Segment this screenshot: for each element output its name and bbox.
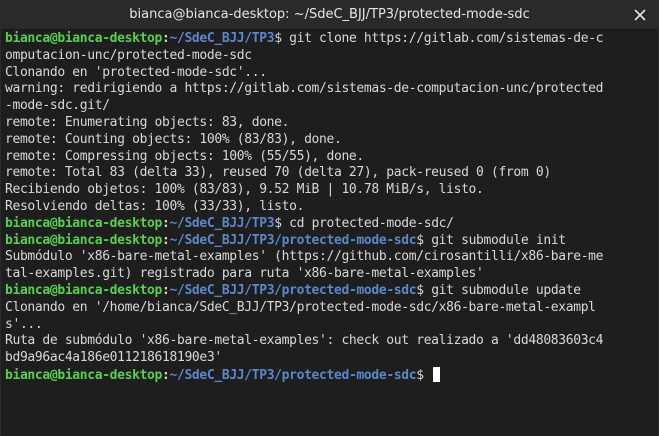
output-line: s'... [5,317,654,334]
output-text: Clonando en 'protected-mode-sdc'... [5,64,267,80]
prompt-path: ~/SdeC_BJJ/TP3 [169,31,275,46]
prompt-user: bianca@bianca-desktop [5,282,163,298]
output-line: remote: Total 83 (delta 33), reused 70 (… [5,165,654,182]
prompt-path: ~/SdeC_BJJ/TP3/protected-mode-sdc [169,232,417,248]
terminal-output[interactable]: bianca@bianca-desktop:~/SdeC_BJJ/TP3$ gi… [5,31,654,436]
close-icon [634,9,646,21]
output-text: Recibiendo objetos: 100% (83/83), 9.52 M… [5,182,484,198]
prompt-path: ~/SdeC_BJJ/TP3 [169,215,275,231]
output-line: warning: redirigiendo a https://gitlab.c… [5,81,654,98]
output-text: Clonando en '/home/bianca/SdeC_BJJ/TP3/p… [5,299,596,315]
output-line: Clonando en 'protected-mode-sdc'... [5,65,654,82]
prompt-separator: : [162,31,170,46]
output-text: remote: Counting objects: 100% (83/83), … [5,131,342,147]
prompt-user: bianca@bianca-desktop [5,232,163,248]
command-text: $ [416,367,432,383]
prompt-line: bianca@bianca-desktop:~/SdeC_BJJ/TP3$ gi… [5,31,654,48]
window-title: bianca@bianca-desktop: ~/SdeC_BJJ/TP3/pr… [129,7,530,22]
prompt-separator: : [162,232,170,248]
output-text: Submódulo 'x86-bare-metal-examples' (htt… [5,249,604,265]
output-text: remote: Total 83 (delta 33), reused 70 (… [5,165,551,181]
prompt-user: bianca@bianca-desktop [5,215,163,231]
output-text: s'... [5,316,43,332]
close-button[interactable] [632,7,648,23]
command-text: $ git submodule init [416,232,566,248]
output-line: Ruta de submódulo 'x86-bare-metal-exampl… [5,333,654,350]
output-line: Resolviendo deltas: 100% (33/33), listo. [5,199,654,216]
prompt-separator: : [162,282,170,298]
prompt-line: bianca@bianca-desktop:~/SdeC_BJJ/TP3/pro… [5,233,654,250]
command-text: $ git clone https://gitlab.com/sistemas-… [274,31,604,46]
prompt-user: bianca@bianca-desktop [5,367,163,383]
output-text: bd9a96ac4a186e011218618190e3' [5,350,222,366]
output-line: Clonando en '/home/bianca/SdeC_BJJ/TP3/p… [5,300,654,317]
output-line: Recibiendo objetos: 100% (83/83), 9.52 M… [5,182,654,199]
output-text: tal-examples.git) registrado para ruta '… [5,266,484,282]
prompt-line: bianca@bianca-desktop:~/SdeC_BJJ/TP3$ cd… [5,216,654,233]
terminal-window: bianca@bianca-desktop: ~/SdeC_BJJ/TP3/pr… [0,0,659,436]
output-line: tal-examples.git) registrado para ruta '… [5,266,654,283]
prompt-separator: : [162,215,170,231]
output-line: -mode-sdc.git/ [5,98,654,115]
prompt-separator: : [162,367,170,383]
command-text: $ git submodule update [416,282,581,298]
title-bar: bianca@bianca-desktop: ~/SdeC_BJJ/TP3/pr… [1,0,658,30]
output-line: remote: Counting objects: 100% (83/83), … [5,132,654,149]
output-line: omputacion-unc/protected-mode-sdc [5,48,654,65]
output-text: remote: Enumerating objects: 83, done. [5,114,290,130]
text-cursor [433,366,441,382]
output-line: remote: Compressing objects: 100% (55/55… [5,149,654,166]
output-text: -mode-sdc.git/ [5,98,110,114]
prompt-path: ~/SdeC_BJJ/TP3/protected-mode-sdc [169,282,417,298]
output-line: remote: Enumerating objects: 83, done. [5,115,654,132]
output-line: Submódulo 'x86-bare-metal-examples' (htt… [5,249,654,266]
output-text: remote: Compressing objects: 100% (55/55… [5,148,364,164]
output-text: omputacion-unc/protected-mode-sdc [5,47,252,63]
output-text: Resolviendo deltas: 100% (33/33), listo. [5,198,305,214]
output-line: bd9a96ac4a186e011218618190e3' [5,350,654,367]
prompt-line: bianca@bianca-desktop:~/SdeC_BJJ/TP3/pro… [5,283,654,300]
prompt-user: bianca@bianca-desktop [5,31,163,46]
output-text: Ruta de submódulo 'x86-bare-metal-exampl… [5,333,604,349]
prompt-path: ~/SdeC_BJJ/TP3/protected-mode-sdc [169,367,417,383]
command-text: $ cd protected-mode-sdc/ [274,215,454,231]
output-text: warning: redirigiendo a https://gitlab.c… [5,81,604,97]
prompt-line: bianca@bianca-desktop:~/SdeC_BJJ/TP3/pro… [5,366,654,384]
